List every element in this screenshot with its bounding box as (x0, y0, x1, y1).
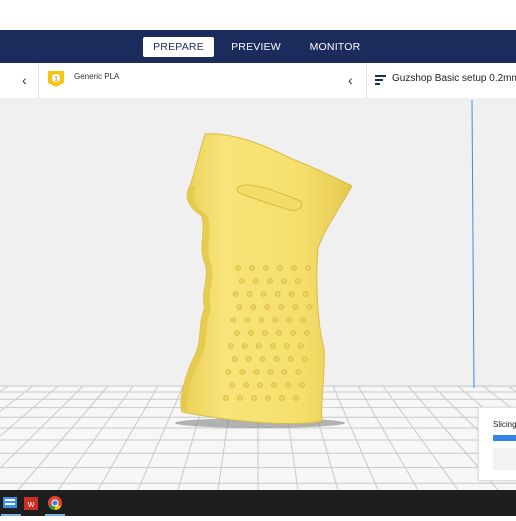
grip-dimple (262, 330, 268, 336)
grip-dimple (265, 395, 271, 401)
slicing-panel: Slicing (478, 407, 516, 481)
grip-dimple (244, 317, 251, 323)
pistol-grip-model[interactable] (180, 133, 353, 425)
grip-dimple (257, 382, 264, 388)
grip-dimple (305, 265, 311, 271)
grip-dimple (249, 265, 255, 271)
svg-text:W: W (28, 502, 35, 509)
slice-cancel-button[interactable] (493, 448, 516, 470)
divider (366, 63, 367, 98)
print-settings-icon[interactable] (375, 74, 387, 86)
grip-dimple (251, 395, 257, 401)
grip-dimple (287, 356, 294, 362)
profile-label[interactable]: Guzshop Basic setup 0.2mm (392, 73, 516, 84)
grip-dimple (297, 343, 304, 349)
grip-dimple (304, 330, 310, 336)
grip-dimple (290, 330, 296, 336)
grip-dimple (280, 278, 287, 284)
tab-monitor[interactable]: MONITOR (305, 37, 365, 57)
chevron-left-icon[interactable]: ‹ (22, 72, 27, 88)
stage-bar: PREPARE PREVIEW MONITOR (0, 30, 516, 63)
grip-dimple (239, 369, 246, 375)
grip-dimple (285, 382, 292, 388)
slicing-label: Slicing (493, 420, 516, 429)
grip-dimple (295, 369, 302, 375)
grip-dimple (281, 369, 288, 375)
grip-dimple (292, 304, 299, 310)
grip-dimple (278, 304, 285, 310)
slicing-progress-bar (493, 435, 516, 441)
grip-dimple (243, 382, 250, 388)
windows-explorer-icon[interactable] (0, 490, 22, 516)
grip-dimple (227, 343, 234, 349)
chevron-left-icon[interactable]: ‹ (348, 72, 353, 88)
grip-dimple (272, 317, 279, 323)
grip-dimple (253, 369, 260, 375)
grip-dimple (274, 291, 281, 297)
grip-dimple (293, 395, 299, 401)
chrome-icon[interactable] (44, 490, 66, 516)
grip-dimple (234, 330, 240, 336)
grip-dimple (259, 356, 266, 362)
grip-dimple (232, 291, 239, 297)
taskbar: W (0, 490, 516, 516)
grip-dimple (299, 382, 306, 388)
grip-dimple (306, 304, 313, 310)
grip-dimple (269, 343, 276, 349)
grip-dimple (302, 291, 309, 297)
grip-dimple (235, 265, 241, 271)
grip-dimple (301, 356, 308, 362)
grip-dimple (276, 330, 282, 336)
material-label[interactable]: Generic PLA (74, 72, 119, 81)
grip-dimple (238, 278, 245, 284)
grip-dimple (250, 304, 257, 310)
spool-badge-icon[interactable]: 1 (47, 70, 65, 88)
tab-preview[interactable]: PREVIEW (226, 37, 286, 57)
grip-dimple (266, 278, 273, 284)
grip-dimple (273, 356, 280, 362)
grip-dimple (245, 356, 252, 362)
3d-viewport[interactable] (0, 98, 516, 490)
grip-dimple (277, 265, 283, 271)
grip-dimple (283, 343, 290, 349)
autodesk-icon[interactable]: W (20, 490, 42, 516)
grip-dimple (294, 278, 301, 284)
grip-dimple (237, 395, 243, 401)
grip-dimple (223, 395, 229, 401)
grip-dimple (225, 369, 232, 375)
grip-dimple (246, 291, 253, 297)
grip-dimple (264, 304, 271, 310)
grip-dimple (248, 330, 254, 336)
window-top (0, 0, 516, 30)
grip-dimple (267, 369, 274, 375)
toolbar: ‹ 1 Generic PLA ‹ Guzshop Basic setup 0.… (0, 63, 516, 99)
grip-dimple (300, 317, 307, 323)
grip-dimple (271, 382, 278, 388)
grip-dimple (241, 343, 248, 349)
grip-dimple (288, 291, 295, 297)
grip-dimple (229, 382, 236, 388)
tab-prepare[interactable]: PREPARE (143, 37, 214, 57)
grip-dimple (286, 317, 293, 323)
grip-dimple (279, 395, 285, 401)
grip-dimple (260, 291, 267, 297)
grip-dimple (230, 317, 237, 323)
divider (38, 63, 39, 98)
grip-dimple (263, 265, 269, 271)
grip-dimple (291, 265, 297, 271)
grip-dimple (231, 356, 238, 362)
grip-dimple (255, 343, 262, 349)
grip-dimple (236, 304, 243, 310)
grip-dimple (258, 317, 265, 323)
grip-dimple (252, 278, 259, 284)
